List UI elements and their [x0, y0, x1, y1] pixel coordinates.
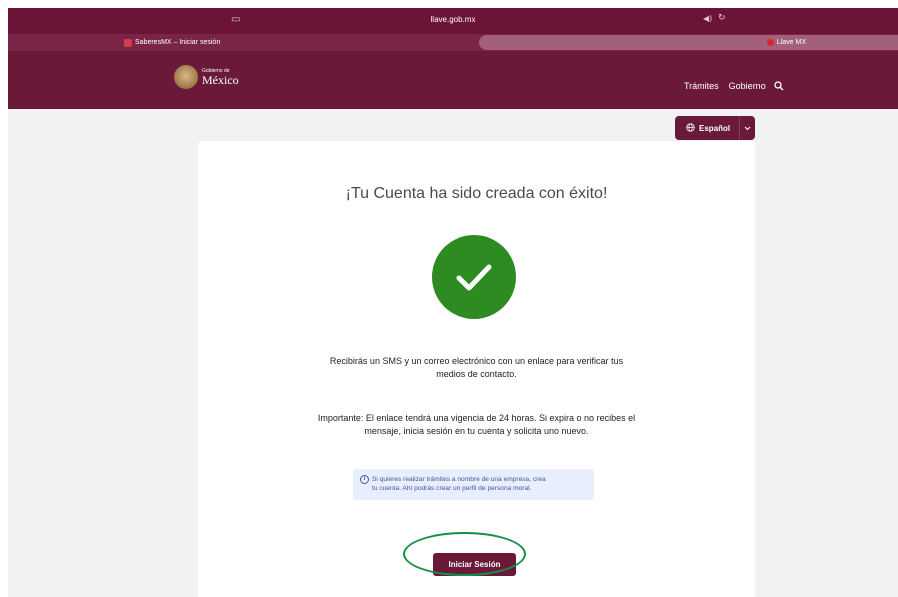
success-card: ¡Tu Cuenta ha sido creada con éxito! Rec…: [198, 141, 755, 597]
tab-bar: SaberesMX – Iniciar sesión Llave MX: [8, 34, 898, 51]
page-title: ¡Tu Cuenta ha sido creada con éxito!: [345, 185, 608, 202]
main-nav: Trámites Gobierno: [684, 81, 794, 91]
site-header: Gobierno de México Trámites Gobierno: [8, 51, 898, 109]
language-selector[interactable]: Español: [675, 116, 755, 140]
logo-title: México: [202, 72, 239, 87]
important-message: Importante: El enlace tendrá una vigenci…: [317, 413, 636, 436]
highlight-annotation: [403, 532, 526, 576]
tab-label: Llave MX: [776, 39, 806, 46]
globe-icon: [686, 122, 695, 134]
address-bar: ▭ llave.gob.mx ◀︎) ↻: [8, 8, 898, 34]
browser-window: ▭ llave.gob.mx ◀︎) ↻ SaberesMX – Iniciar…: [8, 8, 898, 597]
gobierno-de-mexico-logo[interactable]: Gobierno de México: [174, 65, 239, 89]
speaker-icon[interactable]: ◀︎): [703, 14, 712, 23]
language-label: Español: [699, 123, 731, 133]
company-info-alert: i Si quieres realizar trámites a nombre …: [353, 469, 594, 500]
reload-icon[interactable]: ↻: [718, 13, 726, 23]
tab-label: SaberesMX – Iniciar sesión: [135, 39, 221, 46]
tab-llave-mx[interactable]: Llave MX: [479, 35, 898, 50]
chevron-down-icon[interactable]: [739, 116, 755, 140]
verification-message: Recibirás un SMS y un correo electrónico…: [329, 356, 624, 379]
success-check-icon: [432, 235, 516, 319]
coat-of-arms-icon: [174, 65, 198, 89]
search-icon[interactable]: [774, 81, 784, 91]
saberesmx-favicon-icon: [124, 38, 132, 47]
info-icon: i: [360, 475, 369, 484]
nav-tramites[interactable]: Trámites: [684, 81, 719, 91]
llave-favicon-icon: [766, 39, 774, 46]
url-field[interactable]: llave.gob.mx: [8, 15, 898, 24]
tab-saberesmx[interactable]: SaberesMX – Iniciar sesión: [124, 35, 479, 50]
nav-gobierno[interactable]: Gobierno: [729, 81, 766, 91]
